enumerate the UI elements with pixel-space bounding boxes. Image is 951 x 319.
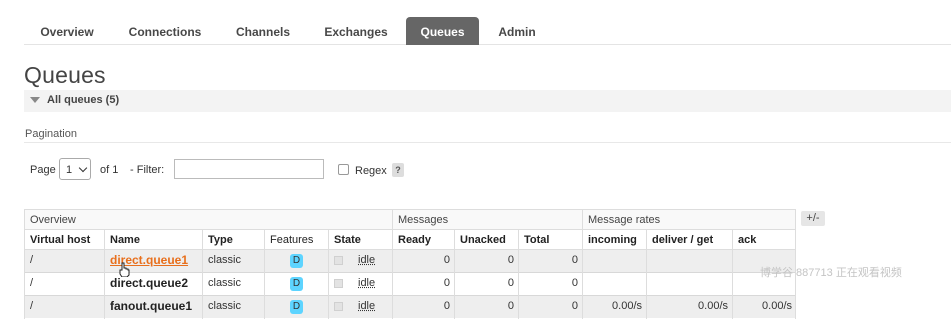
page-select[interactable]: 1 — [59, 158, 91, 180]
tab-admin[interactable]: Admin — [486, 17, 548, 45]
row-rate-ack: 0.00/s — [762, 300, 792, 312]
col-header-name[interactable]: Name — [104, 230, 202, 250]
grid-line — [454, 230, 455, 319]
row-type: classic — [208, 277, 242, 289]
col-header-state[interactable]: State — [328, 230, 392, 250]
row-state: idle — [358, 300, 376, 312]
col-header-virtual-host[interactable]: Virtual host — [24, 230, 104, 250]
row-state: idle — [358, 277, 376, 289]
tab-exchanges[interactable]: Exchanges — [312, 17, 400, 45]
of-pages-label: of 1 — [100, 164, 119, 176]
divider — [24, 142, 951, 143]
grid-line — [732, 230, 733, 319]
row-rate-incoming: 0.00/s — [612, 300, 642, 312]
tab-queues[interactable]: Queues — [406, 17, 479, 45]
row-unacked: 0 — [507, 254, 514, 266]
row-unacked: 0 — [507, 300, 514, 312]
group-header-messages: Messages — [392, 209, 582, 230]
regex-label: Regex — [355, 165, 387, 177]
top-navigation: Overview Connections Channels Exchanges … — [24, 17, 951, 45]
col-header-ack[interactable]: ack — [732, 230, 796, 250]
toggle-columns-button[interactable]: +/- — [801, 211, 825, 226]
col-header-ready[interactable]: Ready — [392, 230, 454, 250]
state-indicator-icon — [334, 302, 343, 311]
feature-badge-durable: D — [290, 249, 303, 271]
grid-line — [392, 209, 393, 319]
chevron-down-icon — [78, 163, 88, 173]
grid-line — [104, 230, 105, 319]
filter-input[interactable] — [174, 159, 324, 179]
row-ready: 0 — [443, 254, 450, 266]
row-rate-deliver-get: 0.00/s — [698, 300, 728, 312]
group-header-message-rates: Message rates — [582, 209, 796, 230]
filter-label: - Filter: — [130, 164, 165, 176]
row-unacked: 0 — [507, 277, 514, 289]
row-vhost: / — [30, 254, 34, 266]
row-state: idle — [358, 254, 376, 266]
section-label: All queues (5) — [47, 94, 120, 106]
pagination-heading: Pagination — [25, 128, 77, 140]
page-label: Page — [30, 164, 56, 176]
page-title: Queues — [24, 62, 106, 88]
row-type: classic — [208, 254, 242, 266]
grid-line — [202, 230, 203, 319]
row-vhost: / — [30, 300, 34, 312]
col-header-features: Features — [264, 230, 328, 250]
grid-line — [328, 230, 329, 319]
tab-channels[interactable]: Channels — [224, 17, 302, 45]
grid-line — [264, 230, 265, 319]
row-total: 0 — [571, 277, 578, 289]
tab-connections[interactable]: Connections — [116, 17, 214, 45]
row-total: 0 — [571, 300, 578, 312]
regex-checkbox[interactable] — [338, 164, 349, 175]
help-button[interactable]: ? — [392, 163, 404, 177]
grid-line — [646, 230, 647, 319]
state-indicator-icon — [334, 256, 343, 265]
feature-badge-durable: D — [290, 295, 303, 317]
grid-line — [24, 209, 25, 319]
all-queues-section-toggle[interactable]: All queues (5) — [24, 90, 951, 112]
video-watermark: 博学谷 887713 正在观看视频 — [760, 267, 902, 279]
col-header-unacked[interactable]: Unacked — [454, 230, 518, 250]
col-header-total[interactable]: Total — [518, 230, 582, 250]
feature-badge-durable: D — [290, 272, 303, 294]
tab-overview[interactable]: Overview — [24, 17, 110, 45]
row-type: classic — [208, 300, 242, 312]
row-vhost: / — [30, 277, 34, 289]
grid-line — [582, 209, 583, 319]
row-total: 0 — [571, 254, 578, 266]
row-ready: 0 — [443, 300, 450, 312]
col-header-incoming[interactable]: incoming — [582, 230, 646, 250]
group-header-overview: Overview — [24, 209, 392, 230]
grid-line — [518, 230, 519, 319]
hand-pointer-icon — [119, 262, 130, 277]
collapse-triangle-icon — [30, 97, 40, 103]
col-header-type[interactable]: Type — [202, 230, 264, 250]
row-ready: 0 — [443, 277, 450, 289]
page-select-value: 1 — [66, 164, 73, 176]
queue-name-link[interactable]: fanout.queue1 — [110, 295, 192, 317]
state-indicator-icon — [334, 279, 343, 288]
col-header-deliver-get[interactable]: deliver / get — [646, 230, 732, 250]
